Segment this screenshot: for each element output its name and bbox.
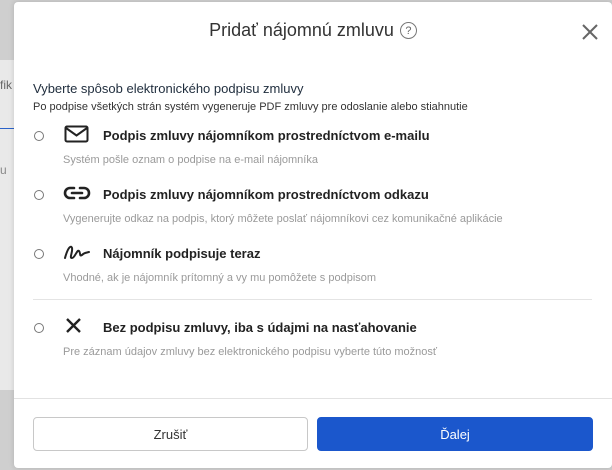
help-icon[interactable]: ? <box>399 22 417 39</box>
option-sign-now[interactable]: Nájomník podpisuje teraz Vhodné, ak je n… <box>33 245 593 293</box>
option-link-label: Podpis zmluvy nájomníkom prostredníctvom… <box>103 187 429 202</box>
signature-method-heading: Vyberte spôsob elektronického podpisu zm… <box>33 81 304 96</box>
footer-divider <box>14 398 612 399</box>
cancel-button[interactable]: Zrušiť <box>33 417 308 451</box>
option-email-radio[interactable] <box>34 131 44 141</box>
next-button[interactable]: Ďalej <box>317 417 593 451</box>
option-email-signature[interactable]: Podpis zmluvy nájomníkom prostredníctvom… <box>33 125 593 175</box>
background-text-fragment-2: u <box>0 163 7 177</box>
option-sign-now-radio[interactable] <box>34 249 44 259</box>
add-lease-dialog: Pridať nájomnú zmluvu ? Vyberte spôsob e… <box>14 2 612 468</box>
option-email-description: Systém pošle oznam o podpise na e-mail n… <box>63 154 318 166</box>
signature-method-subheading: Po podpise všetkých strán systém vygener… <box>33 101 468 113</box>
options-divider <box>33 299 592 300</box>
x-icon <box>66 318 81 333</box>
background-panel <box>0 60 14 390</box>
envelope-icon <box>64 125 89 143</box>
dialog-header: Pridať nájomnú zmluvu ? <box>14 2 612 58</box>
link-icon <box>63 186 91 200</box>
dialog-title: Pridať nájomnú zmluvu <box>209 19 394 40</box>
option-email-label: Podpis zmluvy nájomníkom prostredníctvom… <box>103 128 430 143</box>
option-sign-now-label: Nájomník podpisuje teraz <box>103 246 261 261</box>
signature-icon <box>64 245 90 260</box>
background-text-fragment: fik <box>0 78 12 92</box>
close-icon[interactable] <box>580 22 600 42</box>
option-no-signature-description: Pre záznam údajov zmluvy bez elektronick… <box>63 346 438 358</box>
option-no-signature[interactable]: Bez podpisu zmluvy, iba s údajmi na nasť… <box>33 318 593 367</box>
option-link-radio[interactable] <box>34 190 44 200</box>
option-link-signature[interactable]: Podpis zmluvy nájomníkom prostredníctvom… <box>33 186 593 234</box>
option-sign-now-description: Vhodné, ak je nájomník prítomný a vy mu … <box>63 272 377 284</box>
option-no-signature-radio[interactable] <box>34 323 44 333</box>
option-no-signature-label: Bez podpisu zmluvy, iba s údajmi na nasť… <box>103 320 417 335</box>
option-link-description: Vygenerujte odkaz na podpis, ktorý môžet… <box>63 213 503 225</box>
background-tab-underline <box>0 128 14 129</box>
